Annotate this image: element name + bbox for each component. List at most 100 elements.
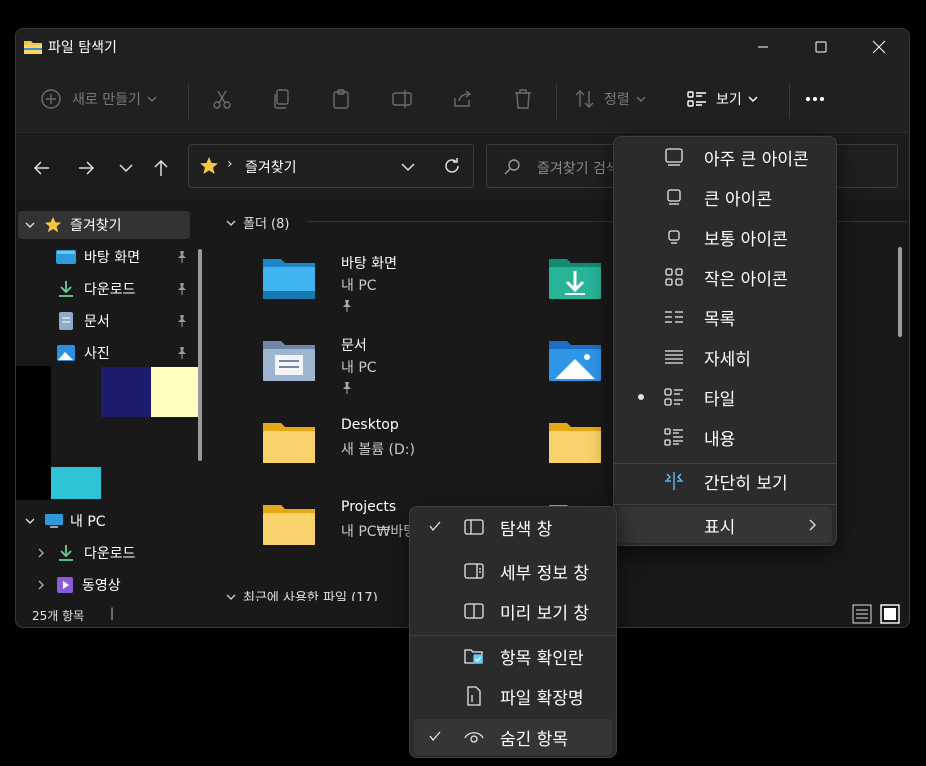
chevron-down-icon [25,222,35,228]
view-small-icons[interactable]: 작은 아이콘 [618,259,832,295]
rename-button[interactable] [391,85,413,113]
share-icon [454,90,472,107]
tile-name: Desktop [341,417,399,433]
sidebar-item-favorites[interactable]: 즐겨찾기 [24,211,122,239]
sidebar-item-videos[interactable]: 동영상 [36,571,121,599]
breadcrumb-separator: › [227,156,233,172]
sidebar-item-documents[interactable]: 문서 [56,307,188,335]
back-button[interactable] [28,154,56,182]
toggle-hidden-items[interactable]: 숨긴 항목 [414,719,612,755]
view-list[interactable]: 목록 [618,299,832,335]
paste-button[interactable] [331,85,353,113]
navigation-pane: 즐겨찾기 바탕 화면 다운로드 문서 사진 내 PC 다운로드 동영상 [16,201,214,601]
tile-name: 바탕 화면 [341,256,397,272]
view-details[interactable]: 자세히 [618,339,832,375]
sidebar-scrollbar[interactable] [198,249,202,461]
menu-label: 보통 아이콘 [704,230,788,250]
view-compact[interactable]: 간단히 보기 [618,463,832,499]
close-button[interactable] [856,29,902,65]
more-options-button[interactable] [804,85,826,113]
navigation-pane-icon [464,519,484,535]
chevron-down-icon [147,96,157,102]
pin-icon[interactable] [176,250,188,264]
copy-button[interactable] [271,85,293,113]
toggle-details-pane[interactable]: 세부 정보 창 [414,553,612,589]
arrow-right-icon [79,161,95,175]
content-scrollbar[interactable] [898,247,902,337]
pin-icon[interactable] [176,282,188,296]
details-pane-icon [464,563,484,579]
tile-location: 내 PC [341,278,377,294]
toggle-file-extensions[interactable]: 파일 확장명 [414,678,612,714]
folders-group-header[interactable]: 폴더 (8) [225,213,289,232]
preview-pane-icon [464,603,484,619]
menu-label: 간단히 보기 [704,474,788,494]
view-medium-icons[interactable]: 보통 아이콘 [618,219,832,255]
toggle-item-checkboxes[interactable]: 항목 확인란 [414,638,612,674]
menu-label: 탐색 창 [500,520,553,540]
recent-locations-button[interactable] [112,154,140,182]
window-title: 파일 탐색기 [48,40,117,56]
content-icon [664,428,683,446]
sidebar-item-downloads[interactable]: 다운로드 [56,275,188,303]
folder-icon [549,423,601,463]
details-view-icon[interactable] [852,604,872,624]
chevron-down-icon[interactable] [401,162,415,172]
sidebar-item-this-pc[interactable]: 내 PC [24,507,106,535]
tile-location: 내 PC₩바탕 [341,524,417,540]
pin-icon [343,300,351,312]
list-icon [665,311,683,323]
checkmark-icon [429,731,441,742]
view-button[interactable]: 보기 [686,85,758,113]
copy-icon [274,89,289,109]
pictures-folder-icon [549,341,601,381]
cut-button[interactable] [211,85,233,113]
plus-circle-icon [41,89,61,109]
menu-label: 파일 확장명 [500,689,584,709]
breadcrumb-favorites[interactable]: 즐겨찾기 [245,157,297,177]
delete-button[interactable] [512,85,534,113]
folder-tile-documents[interactable]: 문서 내 PC [259,331,519,401]
share-button[interactable] [452,85,474,113]
folder-icon [263,423,315,463]
sidebar-label: 즐겨찾기 [70,218,122,234]
command-bar: 새로 만들기 정렬 보기 [16,65,909,133]
refresh-icon[interactable] [443,157,461,175]
maximize-button[interactable] [798,29,844,65]
menu-label: 세부 정보 창 [500,564,590,584]
chevron-down-icon [226,594,236,600]
tile-location: 내 PC [341,360,377,376]
scissors-icon [213,90,231,109]
forward-button[interactable] [72,154,100,182]
sidebar-item-pictures[interactable]: 사진 [56,339,188,367]
view-show-submenu[interactable]: 표시 [618,507,832,543]
sort-button[interactable]: 정렬 [574,85,646,113]
tile-name: Projects [341,499,397,515]
menu-label: 표시 [704,518,736,538]
sidebar-label: 사진 [84,346,110,362]
toggle-navigation-pane[interactable]: 탐색 창 [414,509,612,545]
menu-label: 작은 아이콘 [704,270,788,290]
sidebar-item-desktop[interactable]: 바탕 화면 [56,243,188,271]
folder-tile-desktop-d[interactable]: Desktop 새 볼륨 (D:) [259,413,519,483]
view-content[interactable]: 내용 [618,419,832,455]
large-icons-view-icon[interactable] [880,604,900,624]
title-bar[interactable]: 파일 탐색기 [16,29,909,65]
group-label: 폴더 (8) [243,217,290,232]
pin-icon[interactable] [176,314,188,328]
file-explorer-icon [24,41,42,54]
menu-label: 내용 [704,430,736,450]
toggle-preview-pane[interactable]: 미리 보기 창 [414,593,612,629]
folder-tile-desktop[interactable]: 바탕 화면 내 PC [259,249,519,319]
address-bar[interactable]: › 즐겨찾기 [188,144,474,188]
new-button[interactable]: 새로 만들기 [40,85,157,113]
menu-label: 숨긴 항목 [500,730,568,750]
view-tiles[interactable]: 타일 [618,379,832,415]
view-extra-large-icons[interactable]: 아주 큰 아이콘 [618,139,832,175]
pin-icon[interactable] [176,346,188,360]
view-large-icons[interactable]: 큰 아이콘 [618,179,832,215]
minimize-button[interactable] [740,29,786,65]
search-icon [504,159,520,175]
sidebar-item-pc-downloads[interactable]: 다운로드 [36,539,136,567]
up-button[interactable] [147,154,175,182]
